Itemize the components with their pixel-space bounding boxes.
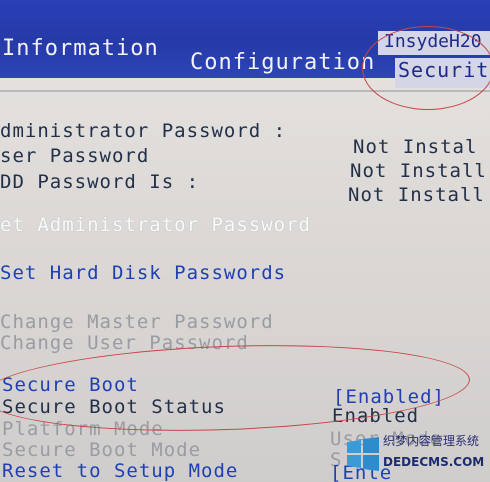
user-password-value: Not Install (350, 160, 487, 182)
brand-label: InsydeH20 (378, 31, 490, 55)
secure-boot-status-label: Secure Boot Status (2, 396, 226, 418)
set-admin-password[interactable]: et Administrator Password (0, 214, 311, 236)
tab-information[interactable]: Information (2, 36, 159, 61)
secure-boot-status-value: Enabled (332, 405, 420, 427)
tab-configuration[interactable]: Configuration (190, 50, 375, 75)
change-master-password: Change Master Password (0, 311, 274, 333)
hdd-password-value: Not Install (348, 184, 485, 206)
change-user-password: Change User Password (0, 332, 249, 354)
platform-mode-label: Platform Mode (2, 418, 164, 440)
watermark-url: DEDECMS.COM (383, 455, 485, 469)
header-divider (0, 90, 490, 92)
admin-password-value: Not Instal (353, 136, 478, 158)
user-password-label: ser Password (0, 145, 150, 167)
reset-setup-mode-label[interactable]: Reset to Setup Mode (2, 460, 238, 482)
secure-boot-label[interactable]: Secure Boot (2, 374, 139, 396)
admin-password-label: dministrator Password : (0, 120, 287, 142)
watermark-title: 织梦内容管理系统 (383, 434, 480, 448)
hdd-password-label: DD Password Is : (0, 171, 200, 193)
bios-screen: Information Configuration InsydeH20 Secu… (0, 0, 490, 482)
secure-boot-mode-label: Secure Boot Mode (2, 439, 202, 461)
set-hdd-passwords[interactable]: Set Hard Disk Passwords (0, 262, 286, 284)
tab-security[interactable]: Securit (395, 58, 490, 88)
windows-logo-icon (347, 437, 379, 471)
watermark: 织梦内容管理系统 DEDECMS.COM (343, 428, 488, 480)
